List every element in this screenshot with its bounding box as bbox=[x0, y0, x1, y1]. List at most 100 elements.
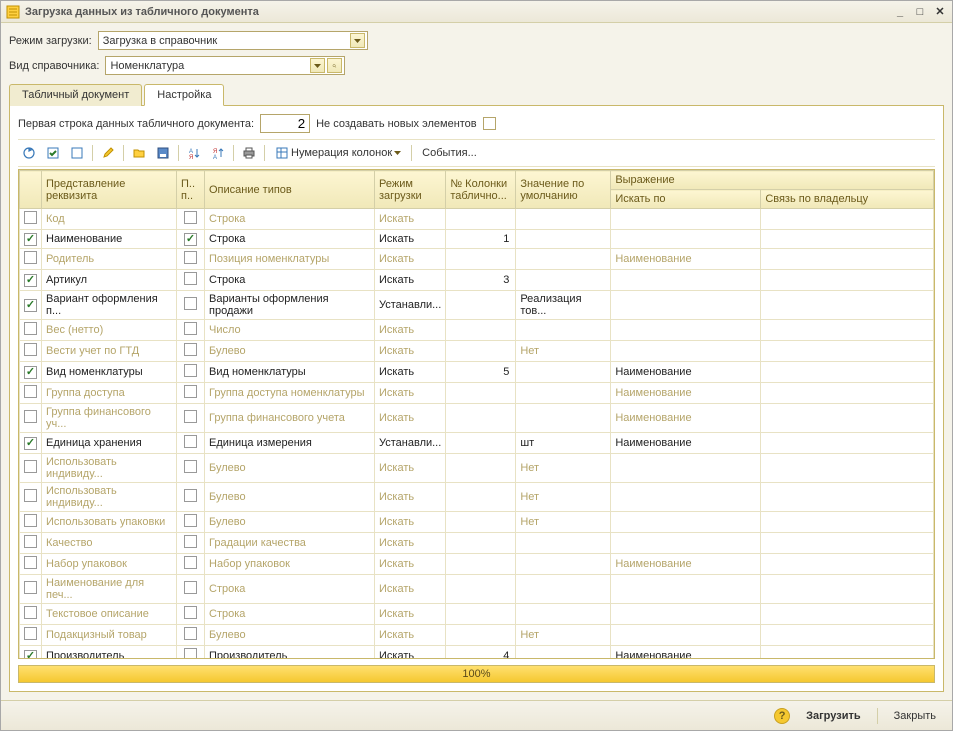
cell-link bbox=[761, 383, 934, 404]
check-all-icon[interactable] bbox=[42, 143, 64, 163]
row-checkbox[interactable] bbox=[24, 211, 37, 224]
table-row[interactable]: Подакцизный товарБулевоИскатьНет bbox=[20, 625, 934, 646]
open-icon[interactable] bbox=[128, 143, 150, 163]
mark-checkbox[interactable] bbox=[184, 322, 197, 335]
col-expr[interactable]: Выражение bbox=[611, 171, 934, 190]
col-search[interactable]: Искать по bbox=[611, 190, 761, 209]
chevron-down-icon[interactable] bbox=[310, 58, 325, 73]
tab-settings[interactable]: Настройка bbox=[144, 84, 224, 106]
row-checkbox[interactable] bbox=[24, 650, 37, 660]
col-attr[interactable]: Представление реквизита bbox=[42, 171, 177, 209]
row-checkbox[interactable] bbox=[24, 233, 37, 246]
table-row[interactable]: Использовать индивиду...БулевоИскатьНет bbox=[20, 454, 934, 483]
row-checkbox[interactable] bbox=[24, 251, 37, 264]
minimize-button[interactable]: _ bbox=[892, 5, 908, 19]
save-icon[interactable] bbox=[152, 143, 174, 163]
row-checkbox[interactable] bbox=[24, 460, 37, 473]
table-row[interactable]: Вес (нетто)ЧислоИскать bbox=[20, 320, 934, 341]
table-row[interactable]: КодСтрокаИскать bbox=[20, 209, 934, 230]
table-row[interactable]: Текстовое описаниеСтрокаИскать bbox=[20, 604, 934, 625]
close-button[interactable]: ✕ bbox=[932, 5, 948, 19]
row-checkbox[interactable] bbox=[24, 322, 37, 335]
mark-checkbox[interactable] bbox=[184, 435, 197, 448]
refresh-icon[interactable] bbox=[18, 143, 40, 163]
table-row[interactable]: Использовать упаковкиБулевоИскатьНет bbox=[20, 512, 934, 533]
table-row[interactable]: Группа доступаГруппа доступа номенклатур… bbox=[20, 383, 934, 404]
events-link[interactable]: События... bbox=[416, 147, 483, 159]
mode-dropdown[interactable]: Загрузка в справочник bbox=[98, 31, 368, 50]
table-row[interactable]: НаименованиеСтрокаИскать1 bbox=[20, 230, 934, 249]
mark-checkbox[interactable] bbox=[184, 385, 197, 398]
row-checkbox[interactable] bbox=[24, 627, 37, 640]
mark-checkbox[interactable] bbox=[184, 489, 197, 502]
mark-checkbox[interactable] bbox=[184, 606, 197, 619]
table-row[interactable]: КачествоГрадации качестваИскать bbox=[20, 533, 934, 554]
mark-checkbox[interactable] bbox=[184, 410, 197, 423]
row-checkbox[interactable] bbox=[24, 556, 37, 569]
settings-grid[interactable]: Представление реквизита П.. п.. Описание… bbox=[18, 169, 935, 659]
sort-desc-icon[interactable]: ЯA bbox=[207, 143, 229, 163]
mark-checkbox[interactable] bbox=[184, 627, 197, 640]
mark-checkbox[interactable] bbox=[184, 233, 197, 246]
row-checkbox[interactable] bbox=[24, 366, 37, 379]
mark-checkbox[interactable] bbox=[184, 514, 197, 527]
table-row[interactable]: Вариант оформления п...Варианты оформлен… bbox=[20, 291, 934, 320]
help-icon[interactable]: ? bbox=[774, 708, 790, 724]
chevron-down-icon[interactable] bbox=[350, 33, 365, 48]
mark-checkbox[interactable] bbox=[184, 648, 197, 659]
cell-col bbox=[446, 554, 516, 575]
row-checkbox[interactable] bbox=[24, 274, 37, 287]
tab-table-doc[interactable]: Табличный документ bbox=[9, 84, 142, 106]
table-row[interactable]: Использовать индивиду...БулевоИскатьНет bbox=[20, 483, 934, 512]
col-col[interactable]: № Колонки таблично... bbox=[446, 171, 516, 209]
first-row-input[interactable] bbox=[260, 114, 310, 133]
mark-checkbox[interactable] bbox=[184, 272, 197, 285]
row-checkbox[interactable] bbox=[24, 535, 37, 548]
row-checkbox[interactable] bbox=[24, 489, 37, 502]
load-button[interactable]: Загрузить bbox=[798, 708, 869, 724]
table-row[interactable]: Набор упаковокНабор упаковокИскатьНаимен… bbox=[20, 554, 934, 575]
table-row[interactable]: Наименование для печ...СтрокаИскать bbox=[20, 575, 934, 604]
mark-checkbox[interactable] bbox=[184, 297, 197, 310]
row-checkbox[interactable] bbox=[24, 299, 37, 312]
table-row[interactable]: ПроизводительПроизводительИскать4Наимено… bbox=[20, 646, 934, 660]
numbering-link[interactable]: Нумерация колонок bbox=[269, 146, 407, 160]
table-row[interactable]: АртикулСтрокаИскать3 bbox=[20, 270, 934, 291]
uncheck-all-icon[interactable] bbox=[66, 143, 88, 163]
row-checkbox[interactable] bbox=[24, 437, 37, 450]
maximize-button[interactable]: □ bbox=[912, 5, 928, 19]
col-type[interactable]: Описание типов bbox=[205, 171, 375, 209]
mark-checkbox[interactable] bbox=[184, 535, 197, 548]
sort-asc-icon[interactable]: AЯ bbox=[183, 143, 205, 163]
print-icon[interactable] bbox=[238, 143, 260, 163]
mark-checkbox[interactable] bbox=[184, 556, 197, 569]
cell-mode: Искать bbox=[375, 575, 446, 604]
no-create-checkbox[interactable] bbox=[483, 117, 496, 130]
search-icon[interactable] bbox=[327, 58, 342, 73]
row-checkbox[interactable] bbox=[24, 410, 37, 423]
ref-dropdown[interactable]: Номенклатура bbox=[105, 56, 345, 75]
row-checkbox[interactable] bbox=[24, 514, 37, 527]
mark-checkbox[interactable] bbox=[184, 211, 197, 224]
mark-checkbox[interactable] bbox=[184, 460, 197, 473]
row-checkbox[interactable] bbox=[24, 606, 37, 619]
mark-checkbox[interactable] bbox=[184, 343, 197, 356]
row-checkbox[interactable] bbox=[24, 385, 37, 398]
close-footer-button[interactable]: Закрыть bbox=[886, 708, 944, 724]
table-row[interactable]: Вид номенклатурыВид номенклатурыИскать5Н… bbox=[20, 362, 934, 383]
table-row[interactable]: Единица храненияЕдиница измеренияУстанав… bbox=[20, 433, 934, 454]
table-row[interactable]: РодительПозиция номенклатурыИскатьНаимен… bbox=[20, 249, 934, 270]
mark-checkbox[interactable] bbox=[184, 581, 197, 594]
col-link[interactable]: Связь по владельцу bbox=[761, 190, 934, 209]
col-default[interactable]: Значение по умолчанию bbox=[516, 171, 611, 209]
col-mark[interactable]: П.. п.. bbox=[177, 171, 205, 209]
row-checkbox[interactable] bbox=[24, 581, 37, 594]
row-checkbox[interactable] bbox=[24, 343, 37, 356]
table-row[interactable]: Вести учет по ГТДБулевоИскатьНет bbox=[20, 341, 934, 362]
mark-checkbox[interactable] bbox=[184, 251, 197, 264]
cell-default bbox=[516, 249, 611, 270]
mark-checkbox[interactable] bbox=[184, 364, 197, 377]
edit-icon[interactable] bbox=[97, 143, 119, 163]
col-mode[interactable]: Режим загрузки bbox=[375, 171, 446, 209]
table-row[interactable]: Группа финансового уч...Группа финансово… bbox=[20, 404, 934, 433]
